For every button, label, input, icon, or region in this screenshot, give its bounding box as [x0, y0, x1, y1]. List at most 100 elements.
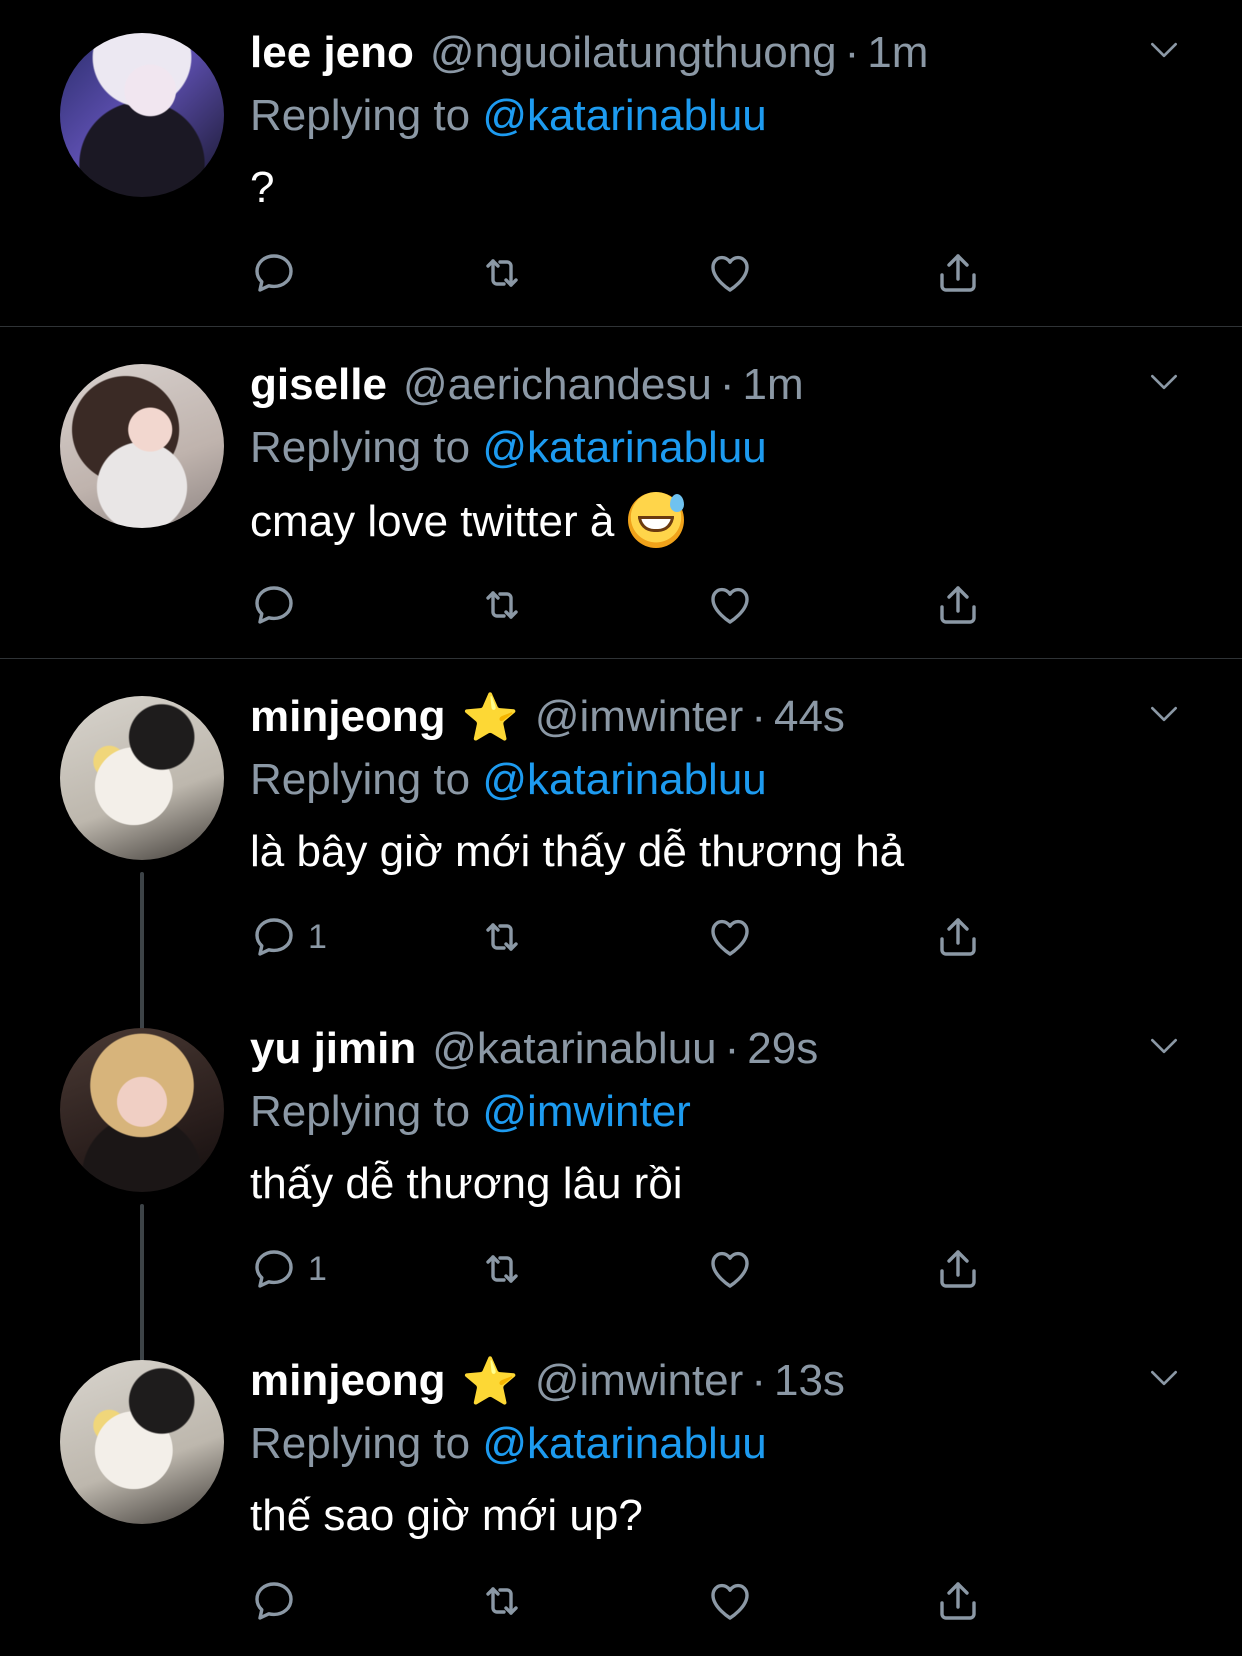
like-button[interactable]: [706, 1244, 754, 1294]
reply-button[interactable]: [250, 248, 308, 298]
separator: ·: [719, 360, 735, 409]
tweet-actions: [250, 1576, 1010, 1626]
heart-icon: [706, 1577, 754, 1625]
reply-icon: [250, 249, 298, 297]
avatar[interactable]: [60, 33, 224, 197]
timestamp[interactable]: 44s: [774, 692, 845, 742]
tweet-actions: [250, 248, 1010, 298]
replying-to: Replying to @katarinabluu: [250, 88, 767, 144]
like-button[interactable]: [706, 1576, 754, 1626]
thread-line: [140, 872, 144, 1048]
timestamp[interactable]: 13s: [774, 1356, 845, 1406]
tweet-actions: 1: [250, 1244, 1010, 1294]
tweet-header: lee jeno @nguoilatungthuong · 1m: [250, 28, 928, 78]
replying-to-link[interactable]: @imwinter: [482, 1087, 690, 1136]
tweet-text-content: cmay love twitter à: [250, 497, 615, 546]
tweet-header: minjeong ⭐ @imwinter · 13s: [250, 1356, 845, 1406]
share-icon: [934, 913, 982, 961]
sweat-smile-emoji: [628, 492, 685, 548]
tweet-text: thấy dễ thương lâu rồi: [250, 1156, 683, 1212]
reply-button[interactable]: 1: [250, 912, 327, 962]
like-button[interactable]: [706, 248, 754, 298]
like-button[interactable]: [706, 580, 754, 630]
heart-icon: [706, 249, 754, 297]
separator: ·: [844, 28, 860, 77]
reply-icon: [250, 1577, 298, 1625]
avatar[interactable]: [60, 364, 224, 528]
tweet-header: minjeong ⭐ @imwinter · 44s: [250, 692, 845, 742]
avatar[interactable]: [60, 696, 224, 860]
heart-icon: [706, 1245, 754, 1293]
retweet-button[interactable]: [478, 248, 526, 298]
share-button[interactable]: [934, 912, 982, 962]
user-handle[interactable]: @imwinter: [535, 1356, 743, 1406]
retweet-button[interactable]: [478, 912, 526, 962]
reply-button[interactable]: 1: [250, 1244, 327, 1294]
divider: [0, 326, 1242, 327]
timestamp[interactable]: 29s: [747, 1024, 818, 1074]
replying-to-label: Replying to: [250, 423, 471, 472]
share-icon: [934, 1577, 982, 1625]
replying-to-label: Replying to: [250, 1087, 471, 1136]
share-button[interactable]: [934, 1244, 982, 1294]
display-name[interactable]: minjeong: [250, 1356, 446, 1406]
replying-to-link[interactable]: @katarinabluu: [482, 755, 766, 804]
thread-line: [140, 1204, 144, 1380]
tweet-header: yu jimin @katarinabluu · 29s: [250, 1024, 818, 1074]
tweet-actions: 1: [250, 912, 1010, 962]
retweet-icon: [478, 1245, 526, 1293]
retweet-button[interactable]: [478, 1244, 526, 1294]
avatar[interactable]: [60, 1028, 224, 1192]
timestamp[interactable]: 1m: [867, 28, 928, 78]
replying-to-label: Replying to: [250, 1419, 471, 1468]
retweet-icon: [478, 581, 526, 629]
display-name[interactable]: yu jimin: [250, 1024, 416, 1074]
replying-to-link[interactable]: @katarinabluu: [482, 423, 766, 472]
replying-to-label: Replying to: [250, 91, 471, 140]
user-handle[interactable]: @nguoilatungthuong: [430, 28, 837, 78]
separator: ·: [724, 1024, 740, 1073]
tweet-text-content: ?: [250, 163, 275, 212]
reply-button[interactable]: [250, 580, 308, 630]
tweet-text: là bây giờ mới thấy dễ thương hả: [250, 824, 904, 880]
user-handle[interactable]: @aerichandesu: [403, 360, 712, 410]
tweet-text-content: thế sao giờ mới up?: [250, 1491, 643, 1540]
avatar[interactable]: [60, 1360, 224, 1524]
share-button[interactable]: [934, 1576, 982, 1626]
replying-to-label: Replying to: [250, 755, 471, 804]
retweet-icon: [478, 249, 526, 297]
heart-icon: [706, 581, 754, 629]
share-button[interactable]: [934, 580, 982, 630]
display-name[interactable]: giselle: [250, 360, 387, 410]
tweet-text: cmay love twitter à: [250, 492, 685, 550]
replying-to: Replying to @imwinter: [250, 1084, 691, 1140]
like-button[interactable]: [706, 912, 754, 962]
reply-count: 1: [308, 917, 327, 956]
tweet-text-content: thấy dễ thương lâu rồi: [250, 1159, 683, 1208]
tweet-text-content: là bây giờ mới thấy dễ thương hả: [250, 827, 905, 876]
heart-icon: [706, 913, 754, 961]
reply-button[interactable]: [250, 1576, 308, 1626]
timestamp[interactable]: 1m: [742, 360, 803, 410]
chevron-down-icon[interactable]: [1144, 1026, 1184, 1066]
reply-icon: [250, 1245, 298, 1293]
share-button[interactable]: [934, 248, 982, 298]
retweet-icon: [478, 1577, 526, 1625]
replying-to-link[interactable]: @katarinabluu: [482, 1419, 766, 1468]
chevron-down-icon[interactable]: [1144, 362, 1184, 402]
display-name[interactable]: minjeong: [250, 692, 446, 742]
replying-to: Replying to @katarinabluu: [250, 1416, 767, 1472]
display-name[interactable]: lee jeno: [250, 28, 414, 78]
chevron-down-icon[interactable]: [1144, 694, 1184, 734]
user-handle[interactable]: @katarinabluu: [432, 1024, 716, 1074]
user-handle[interactable]: @imwinter: [535, 692, 743, 742]
share-icon: [934, 249, 982, 297]
retweet-icon: [478, 913, 526, 961]
replying-to-link[interactable]: @katarinabluu: [482, 91, 766, 140]
chevron-down-icon[interactable]: [1144, 1358, 1184, 1398]
retweet-button[interactable]: [478, 1576, 526, 1626]
separator: ·: [751, 1356, 766, 1405]
retweet-button[interactable]: [478, 580, 526, 630]
chevron-down-icon[interactable]: [1144, 30, 1184, 70]
tweet-actions: [250, 580, 1010, 630]
